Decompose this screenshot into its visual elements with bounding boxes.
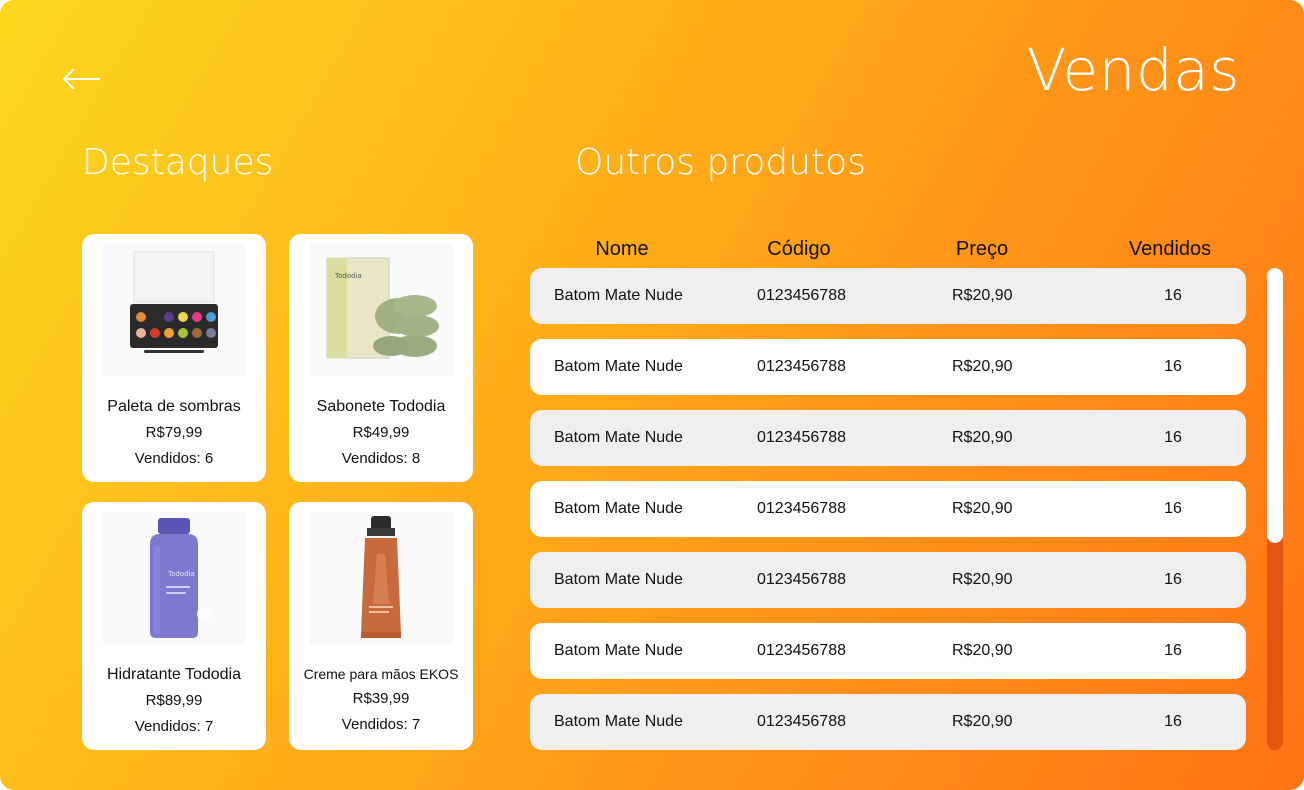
featured-grid: Paleta de sombras R$79,99 Vendidos: 6 To… (82, 234, 473, 750)
cell-price: R$20,90 (952, 287, 1013, 304)
cell-code: 0123456788 (757, 500, 846, 517)
table-row[interactable]: Batom Mate Nude 0123456788 R$20,90 16 (530, 623, 1246, 679)
cell-code: 0123456788 (757, 642, 846, 659)
cell-code: 0123456788 (757, 358, 846, 375)
soap-bars-image: Tododia (309, 244, 453, 376)
page-title: Vendas (1026, 36, 1240, 104)
table-row[interactable]: Batom Mate Nude 0123456788 R$20,90 16 (530, 339, 1246, 395)
cell-sold: 16 (1164, 571, 1182, 588)
cell-code: 0123456788 (757, 287, 846, 304)
product-card[interactable]: Tododia Sabonete Tododia R$49,99 Vendido… (289, 234, 473, 482)
cell-name: Batom Mate Nude (554, 571, 683, 588)
cell-name: Batom Mate Nude (554, 358, 683, 375)
table-row[interactable]: Batom Mate Nude 0123456788 R$20,90 16 (530, 552, 1246, 608)
product-name: Hidratante Tododia (106, 666, 242, 683)
product-name: Creme para mãos EKOS (303, 666, 459, 682)
sales-screen: Vendas Destaques Outros produtos Paleta … (0, 0, 1304, 790)
products-table-header: Nome Código Preço Vendidos (530, 238, 1246, 264)
table-row[interactable]: Batom Mate Nude 0123456788 R$20,90 16 (530, 481, 1246, 537)
cell-sold: 16 (1164, 642, 1182, 659)
product-sold-count: Vendidos: 7 (134, 718, 214, 735)
eyeshadow-palette-image (102, 244, 246, 376)
product-card[interactable]: Tododia Hidratante Tododia R$89,99 Vendi… (82, 502, 266, 750)
product-price: R$79,99 (145, 424, 203, 441)
product-card[interactable]: Paleta de sombras R$79,99 Vendidos: 6 (82, 234, 266, 482)
back-button[interactable] (60, 58, 104, 98)
column-header-code[interactable]: Código (767, 238, 830, 261)
cell-sold: 16 (1164, 358, 1182, 375)
cell-code: 0123456788 (757, 713, 846, 730)
table-scrollbar[interactable] (1267, 268, 1283, 750)
svg-text:Tododia: Tododia (334, 272, 362, 280)
cell-price: R$20,90 (952, 358, 1013, 375)
cell-price: R$20,90 (952, 429, 1013, 446)
cell-name: Batom Mate Nude (554, 287, 683, 304)
cell-code: 0123456788 (757, 571, 846, 588)
lotion-bottle-image: Tododia (102, 512, 246, 644)
hand-cream-tube-image (309, 512, 453, 644)
cell-name: Batom Mate Nude (554, 500, 683, 517)
product-name: Sabonete Tododia (316, 398, 446, 415)
cell-name: Batom Mate Nude (554, 429, 683, 446)
product-price: R$39,99 (352, 690, 410, 707)
product-sold-count: Vendidos: 7 (341, 716, 421, 733)
table-row[interactable]: Batom Mate Nude 0123456788 R$20,90 16 (530, 268, 1246, 324)
table-row[interactable]: Batom Mate Nude 0123456788 R$20,90 16 (530, 694, 1246, 750)
product-sold-count: Vendidos: 6 (134, 450, 214, 467)
cell-sold: 16 (1164, 713, 1182, 730)
featured-section-title: Destaques (82, 142, 274, 183)
cell-price: R$20,90 (952, 571, 1013, 588)
product-name: Paleta de sombras (107, 398, 241, 415)
cell-sold: 16 (1164, 287, 1182, 304)
product-sold-count: Vendidos: 8 (341, 450, 421, 467)
product-price: R$89,99 (145, 692, 203, 709)
svg-text:Tododia: Tododia (167, 570, 195, 578)
cell-sold: 16 (1164, 500, 1182, 517)
cell-name: Batom Mate Nude (554, 642, 683, 659)
scrollbar-thumb[interactable] (1267, 268, 1283, 543)
other-products-section-title: Outros produtos (575, 142, 866, 183)
column-header-sold[interactable]: Vendidos (1129, 238, 1211, 261)
arrow-left-icon (62, 68, 100, 90)
column-header-price[interactable]: Preço (956, 238, 1008, 261)
table-row[interactable]: Batom Mate Nude 0123456788 R$20,90 16 (530, 410, 1246, 466)
cell-sold: 16 (1164, 429, 1182, 446)
cell-name: Batom Mate Nude (554, 713, 683, 730)
column-header-name[interactable]: Nome (595, 238, 648, 261)
cell-price: R$20,90 (952, 500, 1013, 517)
cell-code: 0123456788 (757, 429, 846, 446)
product-card[interactable]: Creme para mãos EKOS R$39,99 Vendidos: 7 (289, 502, 473, 750)
cell-price: R$20,90 (952, 713, 1013, 730)
cell-price: R$20,90 (952, 642, 1013, 659)
product-price: R$49,99 (352, 424, 410, 441)
